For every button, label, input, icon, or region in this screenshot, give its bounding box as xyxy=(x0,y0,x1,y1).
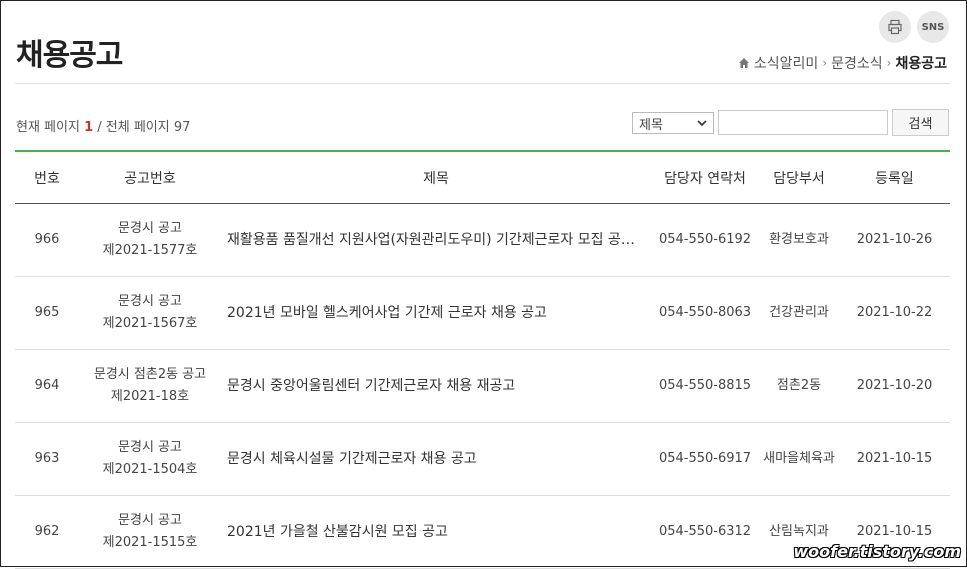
search-field-selected: 제목 xyxy=(639,117,663,133)
subject-link[interactable]: 재활용품 품질개선 지원사업(자원관리도우미) 기간제근로자 모집 공고(수정) xyxy=(227,229,645,251)
breadcrumb-item-news-alarm[interactable]: 소식알리미 xyxy=(754,53,818,73)
row-number: 964 xyxy=(15,349,79,423)
row-contact: 054-550-6917 xyxy=(651,422,759,496)
chevron-right-icon: › xyxy=(886,56,892,70)
row-contact: 054-550-8815 xyxy=(651,349,759,423)
row-date: 2021-10-22 xyxy=(839,276,950,350)
notice-issuer: 문경시 공고 xyxy=(118,221,182,236)
page-title: 채용공고 xyxy=(16,38,123,73)
row-subject: 재활용품 품질개선 지원사업(자원관리도우미) 기간제근로자 모집 공고(수정) xyxy=(221,203,651,277)
current-page-label: 현재 페이지 xyxy=(16,120,80,135)
row-department: 건강관리과 xyxy=(759,276,839,350)
row-number: 966 xyxy=(15,203,79,277)
home-icon[interactable] xyxy=(738,57,750,69)
notice-code: 제2021-18호 xyxy=(110,389,190,404)
print-button[interactable] xyxy=(879,11,911,43)
sns-button[interactable]: SNS xyxy=(917,11,949,43)
notice-code: 제2021-1577호 xyxy=(102,243,198,258)
row-subject: 문경시 체육시설물 기간제근로자 채용 공고 xyxy=(221,422,651,496)
row-date: 2021-10-15 xyxy=(839,422,950,496)
table-row: 963 문경시 공고제2021-1504호 문경시 체육시설물 기간제근로자 채… xyxy=(15,422,950,496)
table-row: 966 문경시 공고제2021-1577호 재활용품 품질개선 지원사업(자원관… xyxy=(15,203,950,277)
breadcrumb-current: 채용공고 xyxy=(895,56,947,72)
table-row: 965 문경시 공고제2021-1567호 2021년 모바일 헬스케어사업 기… xyxy=(15,276,950,350)
chevron-right-icon: › xyxy=(822,56,828,70)
row-subject: 2021년 모바일 헬스케어사업 기간제 근로자 채용 공고 xyxy=(221,276,651,350)
notice-issuer: 문경시 공고 xyxy=(118,294,182,309)
table-row: 964 문경시 점촌2동 공고제2021-18호 문경시 중앙어울림센터 기간제… xyxy=(15,349,950,423)
row-notice-number: 문경시 점촌2동 공고제2021-18호 xyxy=(79,349,221,423)
page-info: 현재 페이지 1 / 전체 페이지 97 xyxy=(16,116,190,135)
breadcrumb-item-mungyeong-news[interactable]: 문경소식 xyxy=(831,53,883,73)
header-contact: 담당자 연락처 xyxy=(651,151,759,204)
header-notice-number: 공고번호 xyxy=(79,151,221,204)
header-department: 담당부서 xyxy=(759,151,839,204)
row-number: 965 xyxy=(15,276,79,350)
notice-issuer: 문경시 점촌2동 공고 xyxy=(93,367,207,382)
header-subject: 제목 xyxy=(221,151,651,204)
row-notice-number: 문경시 공고제2021-1567호 xyxy=(79,276,221,350)
notice-code: 제2021-1567호 xyxy=(102,316,198,331)
row-subject: 문경시 중앙어울림센터 기간제근로자 채용 재공고 xyxy=(221,349,651,423)
row-date: 2021-10-26 xyxy=(839,203,950,277)
total-page-label: / 전체 페이지 xyxy=(97,120,170,135)
row-notice-number: 문경시 공고제2021-1577호 xyxy=(79,203,221,277)
notice-code: 제2021-1504호 xyxy=(102,462,198,477)
row-department: 점촌2동 xyxy=(759,349,839,423)
row-subject: 2021년 가을철 산불감시원 모집 공고 xyxy=(221,495,651,569)
header-date: 등록일 xyxy=(839,151,950,204)
header-number: 번호 xyxy=(15,151,79,204)
search-field-select[interactable]: 제목 xyxy=(632,112,714,134)
row-date: 2021-10-20 xyxy=(839,349,950,423)
total-page-number: 97 xyxy=(173,120,191,135)
notice-code: 제2021-1515호 xyxy=(102,535,198,550)
watermark: woofer.tistory.com xyxy=(793,542,961,561)
search-button[interactable]: 검색 xyxy=(892,109,949,136)
row-number: 963 xyxy=(15,422,79,496)
print-icon xyxy=(888,19,902,35)
search-input[interactable] xyxy=(718,110,888,135)
row-department: 새마을체육과 xyxy=(759,422,839,496)
breadcrumb: 소식알리미 › 문경소식 › 채용공고 xyxy=(738,53,947,73)
subject-link[interactable]: 2021년 모바일 헬스케어사업 기간제 근로자 채용 공고 xyxy=(227,302,645,324)
title-divider xyxy=(15,83,950,84)
recruitment-table: 번호 공고번호 제목 담당자 연락처 담당부서 등록일 966 문경시 공고제2… xyxy=(15,150,950,569)
table-header-row: 번호 공고번호 제목 담당자 연락처 담당부서 등록일 xyxy=(15,151,950,204)
subject-link[interactable]: 문경시 체육시설물 기간제근로자 채용 공고 xyxy=(227,448,645,470)
row-notice-number: 문경시 공고제2021-1504호 xyxy=(79,422,221,496)
subject-link[interactable]: 2021년 가을철 산불감시원 모집 공고 xyxy=(227,521,645,543)
notice-issuer: 문경시 공고 xyxy=(118,513,182,528)
row-department: 환경보호과 xyxy=(759,203,839,277)
chevron-down-icon xyxy=(697,120,707,127)
row-notice-number: 문경시 공고제2021-1515호 xyxy=(79,495,221,569)
row-number: 962 xyxy=(15,495,79,569)
notice-issuer: 문경시 공고 xyxy=(118,440,182,455)
current-page-number: 1 xyxy=(84,120,94,135)
row-contact: 054-550-8063 xyxy=(651,276,759,350)
row-contact: 054-550-6192 xyxy=(651,203,759,277)
subject-link[interactable]: 문경시 중앙어울림센터 기간제근로자 채용 재공고 xyxy=(227,375,645,397)
row-contact: 054-550-6312 xyxy=(651,495,759,569)
